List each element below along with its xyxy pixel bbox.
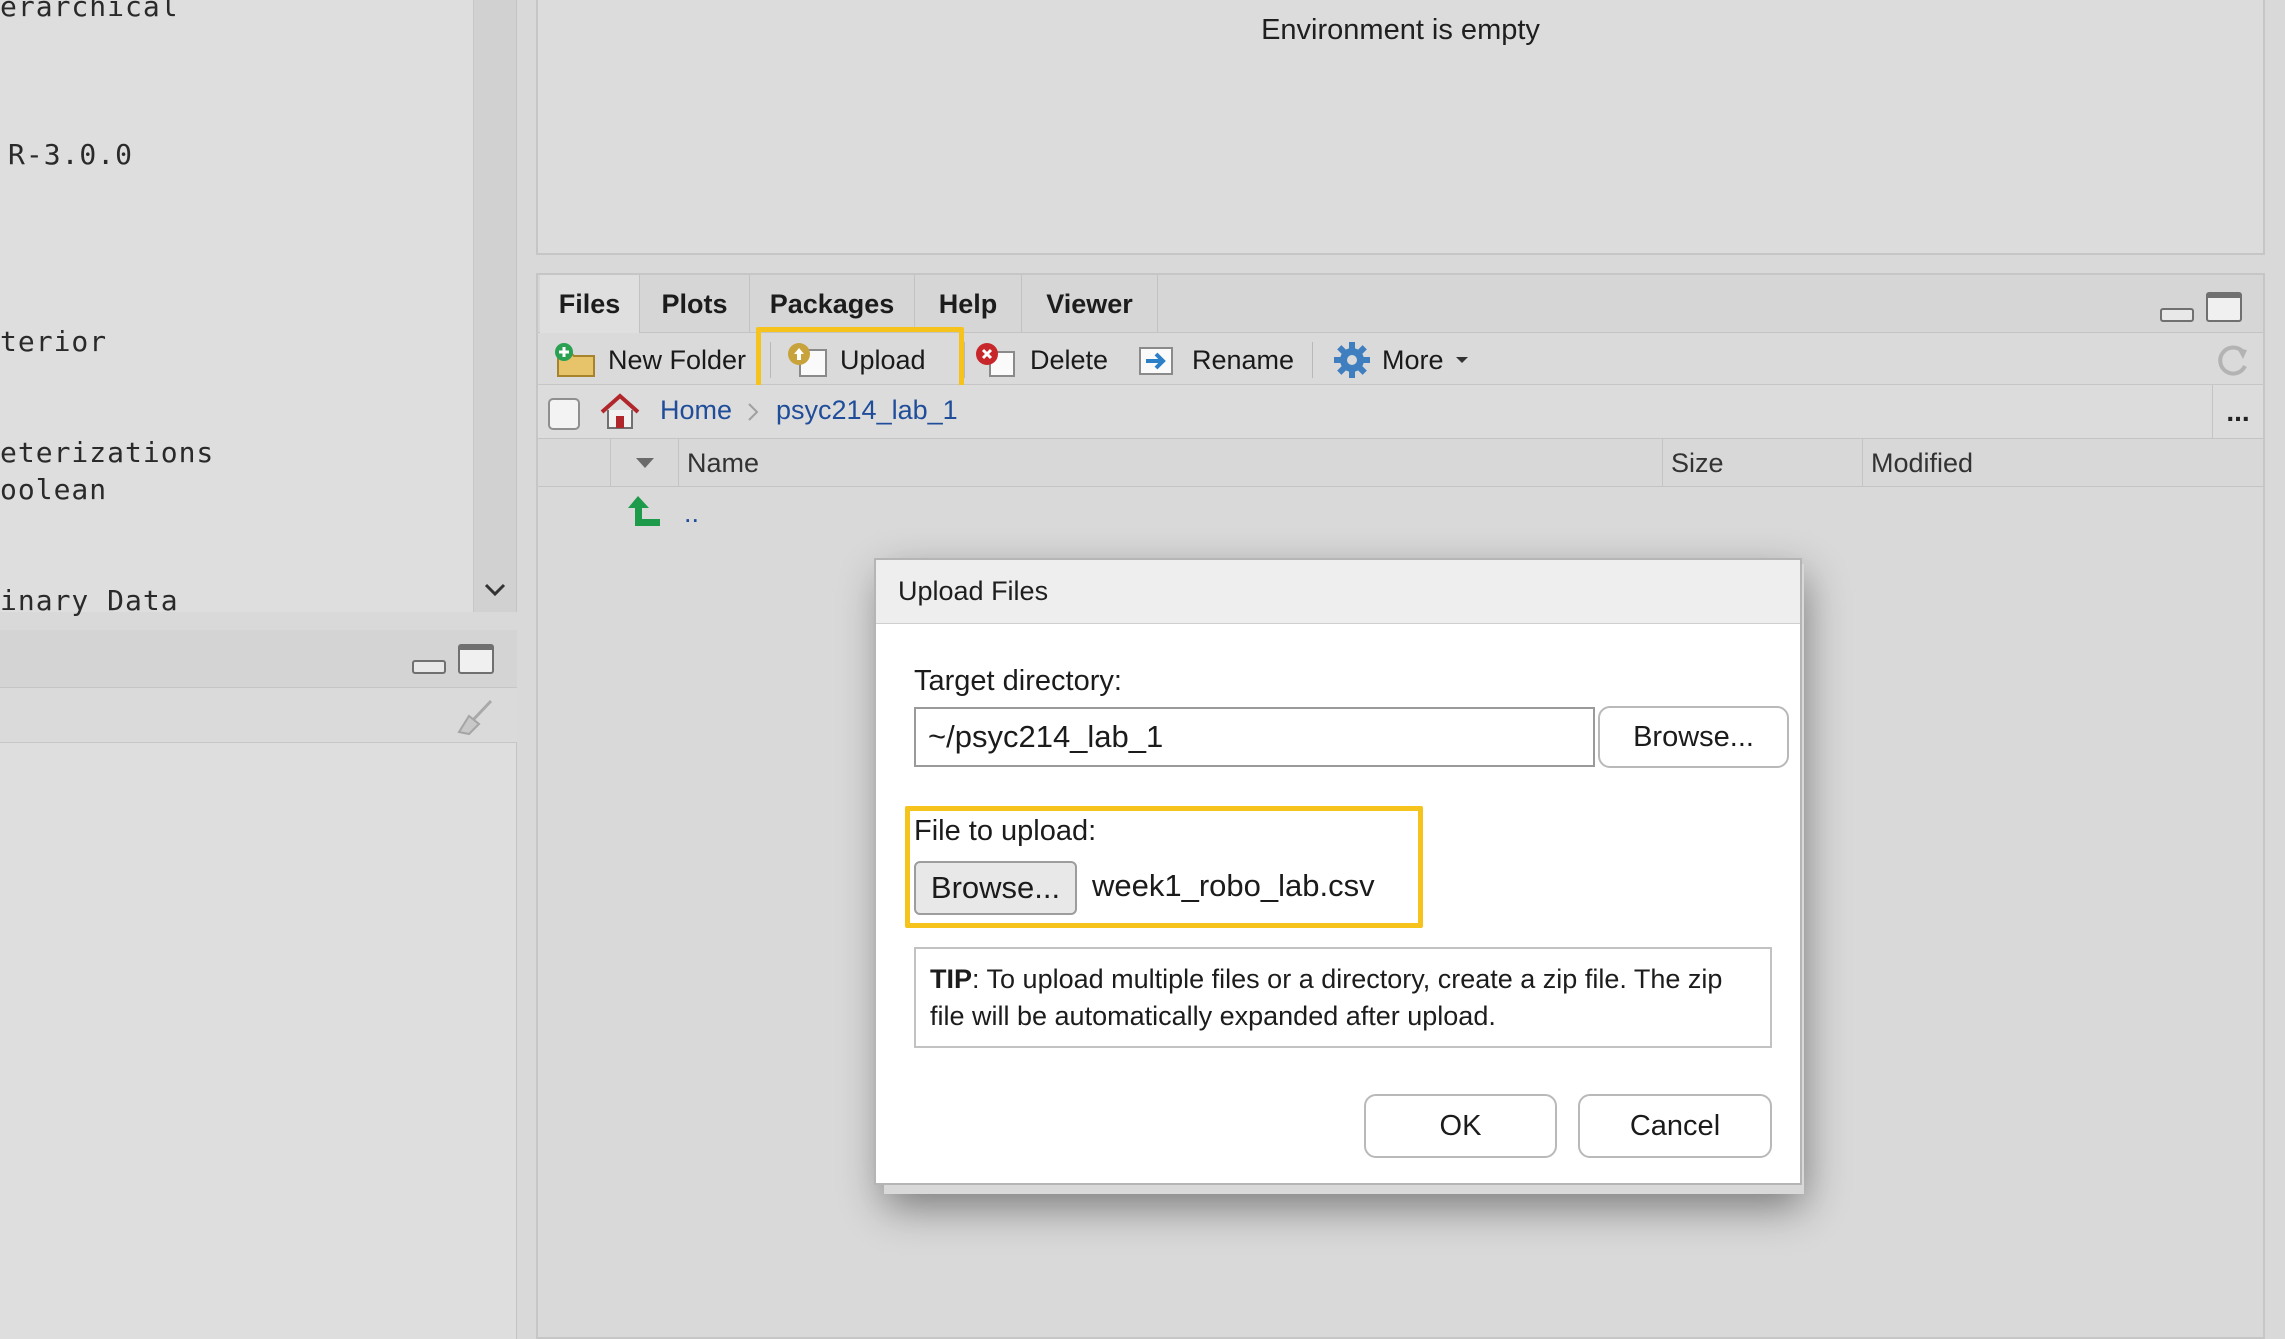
file-to-upload-label: File to upload: [914,815,1097,847]
column-name[interactable]: Name [678,439,1662,487]
more-label: More [1382,344,1444,375]
toolbar-divider [1312,342,1313,378]
refresh-icon[interactable] [2213,342,2251,380]
tab-help[interactable]: Help [915,275,1022,333]
minimize-pane-button[interactable] [412,660,446,674]
cancel-button[interactable]: Cancel [1578,1094,1772,1158]
select-all-checkbox[interactable] [548,398,580,430]
sort-toggle[interactable] [610,439,678,487]
tip-box: TIP: To upload multiple files or a direc… [914,947,1772,1048]
code-line: eterizations [0,436,215,469]
vertical-scrollbar[interactable] [473,0,516,612]
target-directory-field[interactable]: ~/psyc214_lab_1 [914,707,1595,767]
chevron-down-icon[interactable] [473,570,516,610]
toolbar-divider [964,342,965,378]
breadcrumb-folder[interactable]: psyc214_lab_1 [776,395,958,426]
code-line: oolean [0,473,108,506]
tab-plots[interactable]: Plots [640,275,750,333]
delete-button[interactable]: Delete [974,340,1108,380]
maximize-pane-button[interactable] [2206,292,2242,322]
home-icon[interactable] [598,392,642,432]
target-directory-label: Target directory: [914,665,1122,697]
code-line: terior [0,325,108,358]
environment-empty-message: Environment is empty [1261,14,1540,46]
browse-directory-button[interactable]: Browse... [1598,706,1789,768]
delete-label: Delete [1030,344,1109,375]
more-menu-button[interactable]: More [1332,340,1470,380]
rename-icon [1139,347,1173,375]
tab-viewer[interactable]: Viewer [1022,275,1158,333]
rename-label: Rename [1192,344,1295,375]
code-line: inary Data [0,584,179,617]
broom-icon[interactable] [455,698,495,736]
tab-packages[interactable]: Packages [750,275,915,333]
new-folder-icon [555,343,595,377]
tab-files[interactable]: Files [540,275,640,333]
delete-icon [976,343,1015,377]
code-line: R-3.0.0 [8,138,134,171]
rename-button[interactable]: Rename [1136,340,1294,380]
console-pane-header [0,630,517,688]
source-pane [0,0,517,612]
tip-bold-label: TIP [930,964,973,994]
selected-file-name: week1_robo_lab.csv [1092,868,1375,903]
new-folder-label: New Folder [608,344,747,375]
browse-file-button[interactable]: Browse... [914,861,1077,915]
parent-directory-icon [628,496,660,526]
code-line: erarchical [0,0,179,23]
tip-text: : To upload multiple files or a director… [930,964,1723,1031]
column-size[interactable]: Size [1662,439,1862,487]
breadcrumb-home[interactable]: Home [660,395,732,426]
caret-down-icon [1455,357,1468,363]
console-toolbar [0,688,517,743]
column-modified[interactable]: Modified [1862,439,2263,487]
new-folder-button[interactable]: New Folder [552,340,746,380]
sort-triangle-icon [635,458,654,468]
parent-directory-link[interactable]: .. [684,498,699,529]
maximize-pane-button[interactable] [458,644,494,674]
chevron-right-icon [748,403,759,421]
ok-button[interactable]: OK [1364,1094,1557,1158]
minimize-pane-button[interactable] [2160,308,2194,322]
dialog-title: Upload Files [876,560,1800,624]
path-overflow-button[interactable]: ... [2212,385,2263,439]
gear-icon [1334,342,1370,378]
